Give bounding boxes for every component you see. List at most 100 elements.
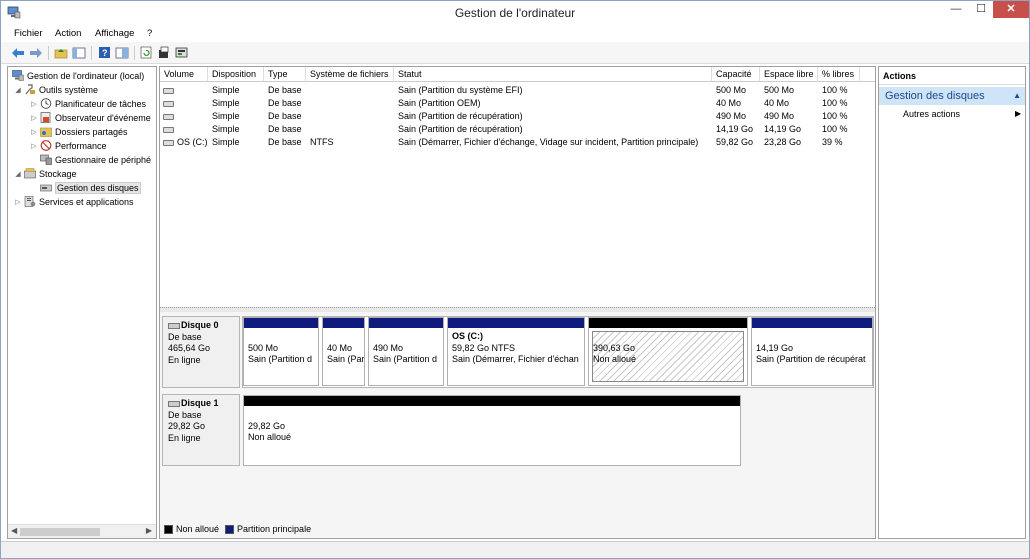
table-row[interactable]: Simple De base Sain (Partition OEM) 40 M… xyxy=(160,97,875,110)
cell-type: De base xyxy=(268,111,302,121)
col-disposition[interactable]: Disposition xyxy=(208,67,264,82)
disk-properties-icon[interactable] xyxy=(173,45,189,60)
partition-status: Sain (Partition d xyxy=(248,354,313,364)
tree-item-shared[interactable]: ▷ Dossiers partagés xyxy=(30,125,128,138)
performance-icon xyxy=(40,140,52,151)
menu-fichier[interactable]: Fichier xyxy=(14,28,43,39)
partition-size: 14,19 Go xyxy=(756,342,794,353)
close-button[interactable]: ✕ xyxy=(993,1,1029,18)
volume-icon xyxy=(163,87,174,94)
tree-item-services[interactable]: ▷ Services et applications xyxy=(14,195,134,208)
col-capacity[interactable]: Capacité xyxy=(712,67,760,82)
collapse-arrow-icon[interactable]: ◢ xyxy=(14,86,22,94)
cell-disposition: Simple xyxy=(212,98,240,108)
cell-status: Sain (Partition de récupération) xyxy=(398,111,523,121)
table-row[interactable]: Simple De base Sain (Partition de récupé… xyxy=(160,123,875,136)
legend-primary: Partition principale xyxy=(237,524,312,534)
legend-swatch-unallocated xyxy=(164,524,173,534)
partition-efi[interactable]: 500 Mo Sain (Partition d xyxy=(243,317,319,386)
refresh-icon[interactable] xyxy=(138,45,154,60)
expand-arrow-icon[interactable]: ▷ xyxy=(30,114,38,122)
help-icon[interactable]: ? xyxy=(96,45,112,60)
tree-label-shared: Dossiers partagés xyxy=(55,126,128,137)
cell-percent-free: 100 % xyxy=(822,85,848,95)
show-tree-icon[interactable] xyxy=(71,45,87,60)
tree-label-tools: Outils système xyxy=(39,84,99,95)
scroll-right-icon[interactable]: ▶ xyxy=(146,526,152,535)
scrollbar-thumb[interactable] xyxy=(20,528,100,536)
tree-item-tools[interactable]: ◢ Outils système xyxy=(14,83,98,96)
disk-0-type: De base xyxy=(168,331,202,342)
tree-item-performance[interactable]: ▷ Performance xyxy=(30,139,107,152)
cell-capacity: 500 Mo xyxy=(716,85,747,95)
disk-0-label[interactable]: Disque 0 De base 465,64 Go En ligne xyxy=(162,316,240,388)
cell-status: Sain (Démarrer, Fichier d'échange, Vidag… xyxy=(398,137,699,147)
partition-status: Sain (Démarrer, Fichier d'échan xyxy=(452,354,579,364)
collapse-arrow-icon[interactable]: ◢ xyxy=(14,170,22,178)
cell-free-space: 40 Mo xyxy=(764,98,790,108)
partition-recovery-1[interactable]: 490 Mo Sain (Partition d xyxy=(368,317,444,386)
volume-table-header: Volume Disposition Type Système de fichi… xyxy=(160,67,875,82)
cell-type: De base xyxy=(268,124,302,134)
tree-item-root[interactable]: Gestion de l'ordinateur (local) xyxy=(10,69,144,82)
more-actions-item[interactable]: Autres actions xyxy=(903,109,960,119)
disk-1-label[interactable]: Disque 1 De base 29,82 Go En ligne xyxy=(162,394,240,466)
table-row[interactable]: Simple De base Sain (Partition du systèm… xyxy=(160,84,875,97)
expand-arrow-icon[interactable]: ▷ xyxy=(14,198,22,206)
maximize-button[interactable]: ☐ xyxy=(969,1,993,18)
tree-label-eventviewer: Observateur d'événeme xyxy=(55,112,151,123)
scroll-left-icon[interactable]: ◀ xyxy=(11,526,17,535)
menu-affichage[interactable]: Affichage xyxy=(95,28,134,39)
cell-capacity: 14,19 Go xyxy=(716,124,754,134)
clock-icon xyxy=(40,98,52,109)
minimize-button[interactable]: — xyxy=(943,1,969,18)
tree-item-storage[interactable]: ◢ Stockage xyxy=(14,167,77,180)
unallocated-disk-0[interactable]: 390,63 Go Non alloué xyxy=(588,317,748,386)
partition-label: OS (C:) xyxy=(452,331,483,341)
cell-capacity: 59,82 Go xyxy=(716,137,754,147)
tree-label-services: Services et applications xyxy=(39,196,134,207)
col-type[interactable]: Type xyxy=(264,67,306,82)
col-free-space[interactable]: Espace libre xyxy=(760,67,818,82)
expand-arrow-icon[interactable]: ▷ xyxy=(30,128,38,136)
table-row[interactable]: OS (C:) Simple De base NTFS Sain (Démarr… xyxy=(160,136,875,149)
cell-free-space: 490 Mo xyxy=(764,111,795,121)
tree-item-eventviewer[interactable]: ▷ Observateur d'événeme xyxy=(30,111,151,124)
col-filesystem[interactable]: Système de fichiers xyxy=(306,67,394,82)
table-row[interactable]: Simple De base Sain (Partition de récupé… xyxy=(160,110,875,123)
menu-help[interactable]: ? xyxy=(147,28,152,39)
forward-icon[interactable] xyxy=(28,45,44,60)
partition-os-c[interactable]: OS (C:) 59,82 Go NTFS Sain (Démarrer, Fich… xyxy=(447,317,585,386)
up-folder-icon[interactable] xyxy=(53,45,69,60)
cell-free-space: 14,19 Go xyxy=(764,124,802,134)
unallocated-disk-1[interactable]: 29,82 Go Non alloué xyxy=(243,395,741,466)
panel-view-icon[interactable] xyxy=(114,45,130,60)
tree-item-devmgr[interactable]: Gestionnaire de périphé xyxy=(38,153,151,166)
col-status[interactable]: Statut xyxy=(394,67,712,82)
status-bar xyxy=(1,541,1029,558)
submenu-arrow-icon[interactable]: ▶ xyxy=(1015,109,1021,118)
cell-status: Sain (Partition OEM) xyxy=(398,98,481,108)
partition-recovery-2[interactable]: 14,19 Go Sain (Partition de récupérat xyxy=(751,317,873,386)
col-volume[interactable]: Volume xyxy=(160,67,208,82)
partition-status: Non alloué xyxy=(248,432,292,442)
col-percent-free[interactable]: % libres xyxy=(818,67,860,82)
cell-filesystem: NTFS xyxy=(310,137,334,147)
partition-oem[interactable]: 40 Mo Sain (Par xyxy=(322,317,365,386)
expand-arrow-icon[interactable]: ▷ xyxy=(30,100,38,108)
expand-arrow-icon[interactable]: ▷ xyxy=(30,142,38,150)
tree-item-scheduler[interactable]: ▷ Planificateur de tâches xyxy=(30,97,146,110)
menu-bar: Fichier Action Affichage ? xyxy=(1,25,1029,42)
back-icon[interactable] xyxy=(10,45,26,60)
properties-icon[interactable] xyxy=(155,45,171,60)
cell-disposition: Simple xyxy=(212,85,240,95)
navigation-tree: Gestion de l'ordinateur (local) ◢ Outils… xyxy=(7,66,157,539)
collapse-up-icon[interactable]: ▲ xyxy=(1013,87,1021,105)
actions-section-disk-management[interactable]: Gestion des disques ▲ xyxy=(879,87,1025,105)
tree-horizontal-scrollbar[interactable]: ◀ ▶ xyxy=(8,524,156,538)
event-viewer-icon xyxy=(40,112,51,123)
cell-capacity: 40 Mo xyxy=(716,98,742,108)
tree-item-diskmgmt[interactable]: Gestion des disques xyxy=(38,181,141,194)
menu-action[interactable]: Action xyxy=(55,28,81,39)
cell-capacity: 490 Mo xyxy=(716,111,747,121)
